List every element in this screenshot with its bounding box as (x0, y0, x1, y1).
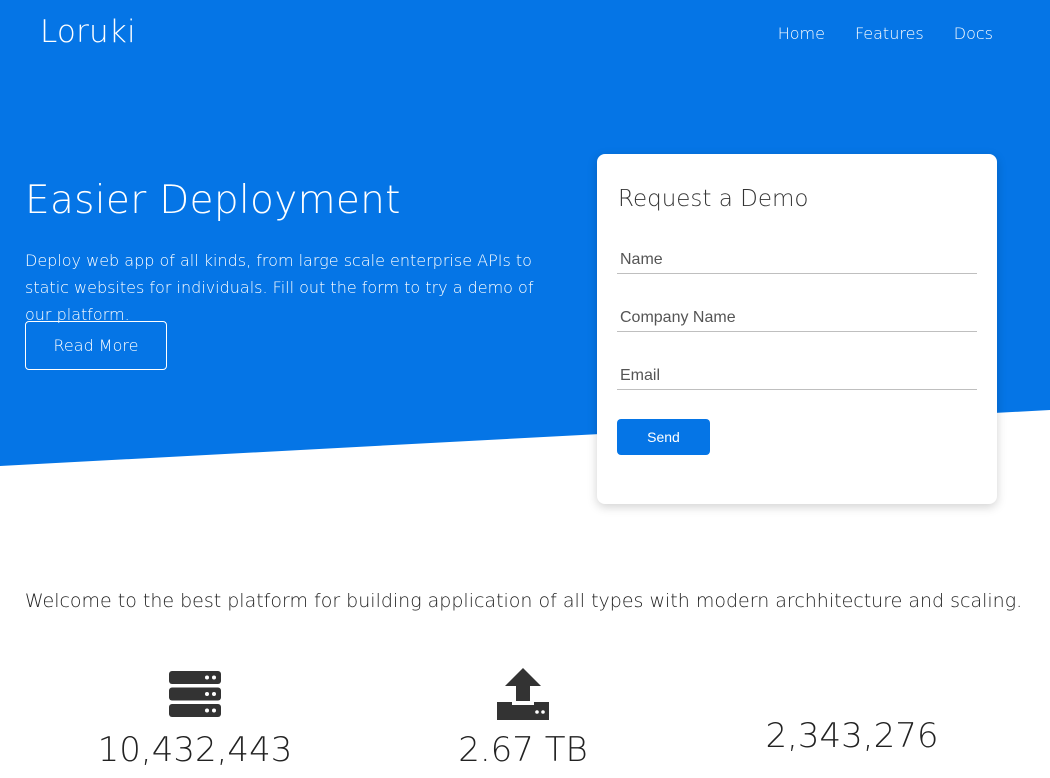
demo-form-title: Request a Demo (618, 186, 809, 212)
stat-item: 2.67 TB (373, 668, 673, 770)
stat-value: 2,343,276 (765, 716, 939, 756)
logo[interactable]: Loruki (40, 14, 136, 50)
company-name-field[interactable] (617, 304, 977, 332)
nav-item-docs[interactable]: Docs (954, 24, 993, 43)
stat-item: 2,343,276 (702, 668, 1002, 756)
server-icon (169, 671, 221, 717)
upload-icon (497, 668, 549, 720)
read-more-button[interactable]: Read More (25, 321, 167, 370)
send-button[interactable]: Send (617, 419, 710, 455)
stat-value: 2.67 TB (458, 730, 588, 770)
nav-item-home[interactable]: Home (778, 24, 825, 43)
welcome-text: Welcome to the best platform for buildin… (24, 590, 1023, 612)
stat-item: 10,432,443 (45, 668, 345, 770)
hero-title: Easier Deployment (25, 178, 401, 223)
stat-value: 10,432,443 (97, 730, 293, 770)
name-field[interactable] (617, 246, 977, 274)
nav-item-features[interactable]: Features (855, 24, 924, 43)
hero-description: Deploy web app of all kinds, from large … (25, 251, 534, 324)
main-nav: Home Features Docs (778, 24, 993, 43)
request-demo-card: Request a Demo Send (597, 154, 997, 504)
email-field[interactable] (617, 362, 977, 390)
